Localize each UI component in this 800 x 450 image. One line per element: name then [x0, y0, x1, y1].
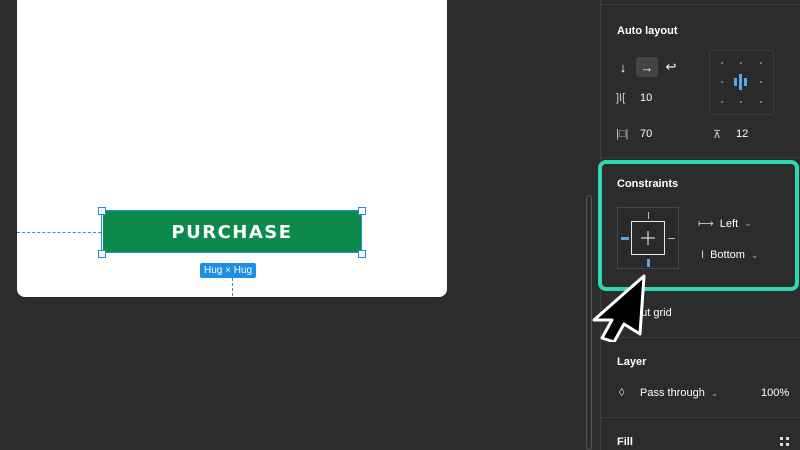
align-dot[interactable]	[721, 101, 723, 103]
vertical-spacing-guide	[232, 278, 233, 296]
spacing-between-value[interactable]: 10	[640, 92, 652, 104]
selection-outline	[101, 210, 362, 253]
fill-title: Fill	[617, 436, 633, 448]
layer-opacity-value[interactable]: 100%	[761, 387, 789, 399]
vertical-padding-icon: ⊼	[713, 129, 722, 141]
size-badge: Hug × Hug	[200, 263, 257, 278]
wrap-icon[interactable]: ↩	[660, 57, 682, 77]
align-dot[interactable]	[740, 62, 742, 64]
blend-mode-dropdown[interactable]: Pass through ⌄	[640, 387, 718, 399]
align-dot[interactable]	[740, 101, 742, 103]
style-grid-icon[interactable]	[780, 437, 790, 447]
resize-handle-bottom-left[interactable]	[98, 250, 106, 258]
mouse-pointer-icon	[592, 274, 646, 342]
blend-mode-icon: ◊	[619, 387, 625, 399]
horizontal-spacing-guide	[17, 232, 101, 233]
align-dot[interactable]	[760, 62, 762, 64]
align-dot[interactable]	[760, 81, 762, 83]
section-divider	[601, 4, 800, 5]
design-canvas[interactable]: PURCHASE Hug × Hug	[0, 0, 587, 450]
blend-mode-value: Pass through	[640, 387, 705, 399]
horizontal-padding-icon: |□|	[616, 128, 629, 140]
layer-title: Layer	[617, 356, 647, 368]
arrow-right-icon[interactable]: →	[636, 57, 658, 77]
section-divider	[601, 157, 800, 158]
chevron-down-icon: ⌄	[710, 387, 719, 398]
alignment-grid[interactable]	[709, 50, 774, 115]
section-divider	[601, 417, 800, 418]
vertical-padding-value[interactable]: 12	[736, 128, 748, 140]
resize-handle-bottom-right[interactable]	[358, 250, 366, 258]
spacing-icon: ]I[	[616, 92, 626, 104]
resize-handle-top-right[interactable]	[358, 207, 366, 215]
arrow-down-icon[interactable]: ↓	[612, 57, 634, 77]
align-center-icon	[734, 74, 747, 90]
align-dot[interactable]	[760, 101, 762, 103]
resize-handle-top-left[interactable]	[98, 207, 106, 215]
horizontal-padding-value[interactable]: 70	[640, 128, 652, 140]
align-dot[interactable]	[721, 62, 723, 64]
auto-layout-title: Auto layout	[617, 25, 678, 37]
align-dot[interactable]	[721, 81, 723, 83]
